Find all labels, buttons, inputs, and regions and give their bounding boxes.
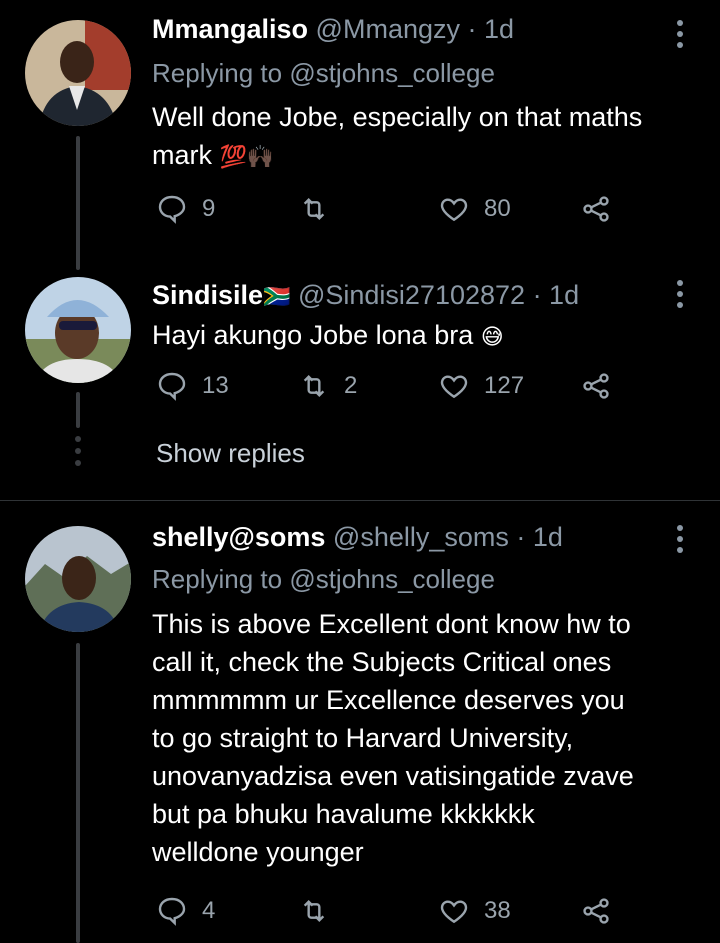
replying-prefix: Replying to [152,564,283,594]
share-button[interactable] [580,370,612,402]
retweet-icon [303,197,325,221]
like-count: 38 [484,897,511,924]
reply-button[interactable]: 9 [156,193,215,225]
tweet-shelly[interactable]: shelly@soms @shelly_soms · 1d Replying t… [0,501,720,943]
like-count: 127 [484,372,525,399]
text-line: but pa bhuku havalume kkkkkkk [152,799,535,829]
reply-button[interactable]: 13 [156,370,229,402]
share-icon [583,373,609,399]
user-handle[interactable]: @Sindisi27102872 [298,280,525,310]
thread-line [76,392,80,428]
retweet-icon [303,374,325,398]
like-icon [440,900,468,924]
emoji: 💯🙌🏿 [219,144,275,169]
thread-continuation [74,436,82,472]
avatar[interactable] [25,526,131,632]
tweet-header: shelly@soms @shelly_soms · 1d [152,522,563,553]
like-button[interactable]: 80 [438,193,511,225]
text-line: This is above Excellent dont know hw to [152,609,631,639]
reply-count: 9 [202,195,216,222]
text-line: unovanyadzisa even vatisingatide zvave [152,761,634,791]
flag-emoji: 🇿🇦 [263,284,291,309]
reply-button[interactable]: 4 [156,895,215,927]
replying-to: Replying to @stjohns_college [152,58,495,89]
replying-to-link[interactable]: @stjohns_college [289,564,495,594]
text-line: mmmmmm ur Excellence deserves you [152,685,625,715]
like-count: 80 [484,195,511,222]
avatar[interactable] [25,277,131,383]
retweet-icon [303,899,325,923]
emoji: 😅 [480,324,504,349]
reply-icon [158,195,186,224]
user-handle[interactable]: @shelly_soms [333,522,509,552]
timestamp[interactable]: · 1d [468,14,515,44]
text-line: welldone younger [152,837,364,867]
tweet-sindisile[interactable]: Sindisile🇿🇦 @Sindisi27102872 · 1d Hayi a… [0,270,720,500]
replying-prefix: Replying to [152,58,283,88]
replying-to-link[interactable]: @stjohns_college [289,58,495,88]
text-line: call it, check the Subjects Critical one… [152,647,612,677]
reply-count: 13 [202,372,229,399]
avatar-image [25,526,131,632]
show-replies-link[interactable]: Show replies [156,438,305,469]
display-name[interactable]: shelly@soms [152,522,325,552]
more-icon[interactable] [668,20,692,53]
share-icon [583,898,609,924]
thread-line [76,643,80,943]
replying-to: Replying to @stjohns_college [152,564,495,595]
text-line: mark [152,140,212,170]
reply-count: 4 [202,897,216,924]
action-bar: 13 2 127 [152,370,672,410]
share-icon [583,196,609,222]
timestamp[interactable]: · 1d [533,280,580,310]
thread-line [76,136,80,270]
like-button[interactable]: 38 [438,895,511,927]
text-line: to go straight to Harvard University, [152,723,574,753]
display-name[interactable]: Mmangaliso [152,14,308,44]
tweet-text: This is above Excellent dont know hw to … [152,605,712,871]
tweet-text: Hayi akungo Jobe lona bra 😅 [152,316,712,356]
action-bar: 4 38 [152,895,672,935]
action-bar: 9 80 [152,193,672,233]
share-button[interactable] [580,895,612,927]
retweet-button[interactable] [298,895,344,927]
avatar-image [25,277,131,383]
text-line: Hayi akungo Jobe lona bra [152,320,474,350]
retweet-count: 2 [344,372,358,399]
more-icon[interactable] [668,525,692,558]
retweet-button[interactable] [298,193,344,225]
avatar-image [25,20,131,126]
avatar[interactable] [25,20,131,126]
more-icon[interactable] [668,280,692,313]
display-name[interactable]: Sindisile [152,280,263,310]
reply-icon [158,897,186,926]
share-button[interactable] [580,193,612,225]
timestamp[interactable]: · 1d [516,522,563,552]
retweet-button[interactable]: 2 [298,370,357,402]
user-handle[interactable]: @Mmangzy [316,14,460,44]
text-line: Well done Jobe, especially on that maths [152,102,643,132]
tweet-header: Sindisile🇿🇦 @Sindisi27102872 · 1d [152,280,579,311]
reply-icon [158,372,186,401]
tweet-mmangaliso[interactable]: Mmangaliso @Mmangzy · 1d Replying to @st… [0,0,720,270]
tweet-header: Mmangaliso @Mmangzy · 1d [152,14,514,45]
like-icon [440,375,468,399]
like-icon [440,198,468,222]
like-button[interactable]: 127 [438,370,524,402]
tweet-text: Well done Jobe, especially on that maths… [152,98,712,176]
